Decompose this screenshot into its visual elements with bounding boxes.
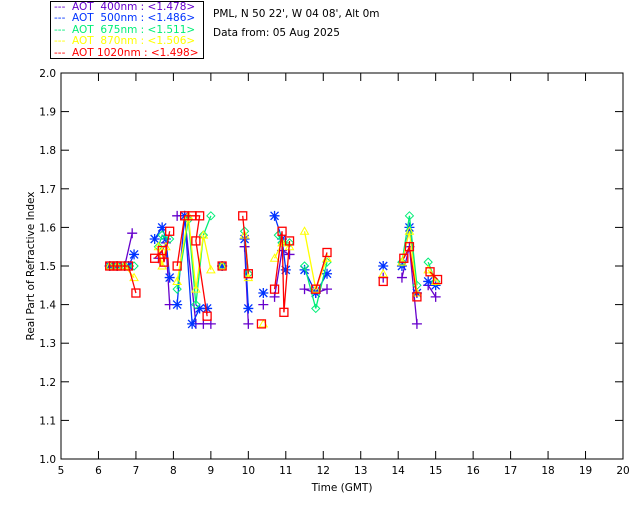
x-tick-label: 13 <box>354 465 367 477</box>
refractive-index-chart: 5 6 7 8 9 10 11 12 13 14 15 16 17 18 19 20 1.0 1.1 1.2 1.3 1… <box>25 68 630 494</box>
data-date: Data from: 05 Aug 2025 <box>213 27 340 39</box>
asterisk-marker <box>172 299 183 310</box>
series-0 <box>104 210 441 329</box>
legend-line-swatch: --- <box>54 1 73 13</box>
plot-frame <box>60 72 624 460</box>
y-tick-label: 1.4 <box>39 300 56 312</box>
asterisk-marker <box>187 318 198 329</box>
asterisk-marker <box>258 288 269 299</box>
asterisk-marker <box>164 272 175 283</box>
x-tick-label: 9 <box>208 465 215 477</box>
x-tick-label: 17 <box>504 465 517 477</box>
y-tick-label: 1.1 <box>39 415 56 427</box>
series-3 <box>104 210 441 328</box>
x-tick-label: 8 <box>170 465 177 477</box>
plus-marker <box>322 284 333 295</box>
plus-marker <box>127 228 138 239</box>
square-marker <box>322 247 332 258</box>
x-axis-label: Time (GMT) <box>311 482 373 494</box>
x-tick-label: 7 <box>133 465 140 477</box>
x-tick-label: 5 <box>58 465 65 477</box>
x-tick-label: 14 <box>392 465 406 477</box>
y-tick-label: 1.8 <box>39 145 56 157</box>
y-tick-label: 1.7 <box>39 184 56 196</box>
plus-marker <box>243 318 254 329</box>
y-axis-label: Real Part of Refractive Index <box>25 192 37 341</box>
triangle-marker <box>258 318 269 328</box>
x-tick-label: 18 <box>541 465 554 477</box>
x-tick-label: 12 <box>317 465 330 477</box>
plus-marker <box>396 272 407 283</box>
x-tick-label: 20 <box>616 465 629 477</box>
legend-label: AOT 675nm : <1.511> <box>72 23 196 36</box>
series-1 <box>104 210 441 329</box>
series-4 <box>105 211 443 329</box>
asterisk-marker <box>243 303 254 314</box>
y-tick-label: 1.3 <box>39 338 56 350</box>
asterisk-marker <box>269 210 280 221</box>
legend-label: AOT 400nm : <1.478> <box>72 1 196 13</box>
legend-line-swatch: --- <box>54 23 73 36</box>
asterisk-marker <box>129 249 140 260</box>
y-tick-label: 1.5 <box>39 261 56 273</box>
legend-line-swatch: --- <box>54 35 73 48</box>
y-tick-label: 1.9 <box>39 107 56 119</box>
plus-marker <box>411 318 422 329</box>
y-tick-label: 2.0 <box>39 68 56 80</box>
legend-entry: --- AOT 1020nm : <1.498> <box>54 46 203 59</box>
site-info: PML, N 50 22', W 04 08', Alt 0m Data fro… <box>213 5 380 43</box>
y-tick-label: 1.2 <box>39 377 56 389</box>
y-tick-label: 1.6 <box>39 222 56 234</box>
x-tick-label: 10 <box>242 465 255 477</box>
x-tick-label: 19 <box>579 465 592 477</box>
site-location: PML, N 50 22', W 04 08', Alt 0m <box>213 8 380 20</box>
legend-label: AOT 1020nm : <1.498> <box>72 46 199 59</box>
plus-marker <box>430 291 441 302</box>
x-tick-label: 15 <box>429 465 442 477</box>
plus-marker <box>258 299 269 310</box>
legend-line-swatch: --- <box>54 46 73 59</box>
legend-label: AOT 870nm : <1.506> <box>72 35 196 48</box>
legend-label: AOT 500nm : <1.486> <box>72 12 196 25</box>
x-tick-label: 6 <box>95 465 102 477</box>
x-tick-label: 11 <box>279 465 292 477</box>
legend-line-swatch: --- <box>54 12 73 25</box>
plus-marker <box>299 284 310 295</box>
x-tick-label: 16 <box>466 465 480 477</box>
y-tick-label: 1.0 <box>39 454 56 466</box>
legend: --- AOT 400nm : <1.478> --- AOT 500nm : <… <box>50 1 204 59</box>
